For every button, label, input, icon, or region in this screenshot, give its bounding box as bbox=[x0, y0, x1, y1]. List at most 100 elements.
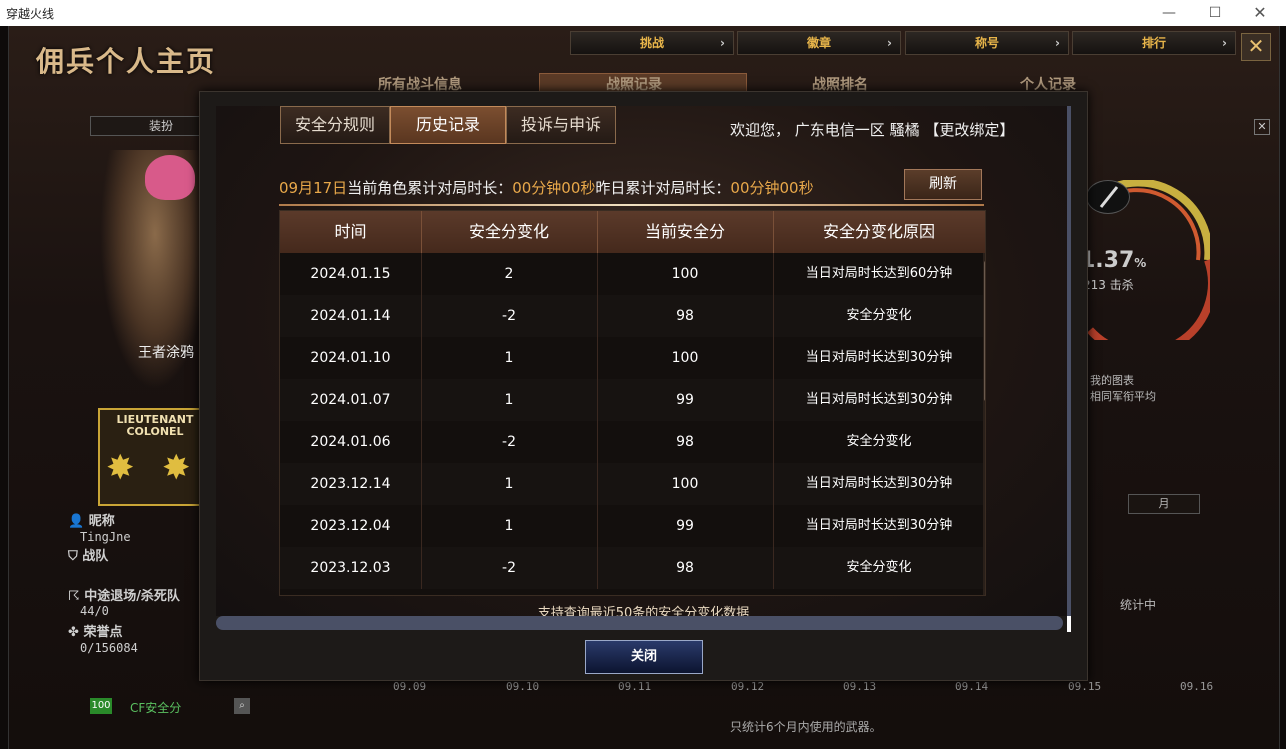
maximize-button[interactable]: ☐ bbox=[1201, 3, 1229, 23]
close-icon[interactable]: ✕ bbox=[1254, 119, 1270, 135]
table-row: 2024.01.14 -2 98 安全分变化 bbox=[280, 295, 985, 337]
cell-current: 98 bbox=[597, 547, 774, 589]
quit-label: ☈ 中途退场/杀死队 bbox=[68, 589, 180, 604]
region: 广东电信一区 bbox=[794, 121, 885, 139]
same-rank-avg-label: 相同军衔平均 bbox=[1090, 390, 1156, 403]
nav-ranking[interactable]: 排行 › bbox=[1072, 31, 1236, 55]
duration-label-current: 当前角色累计对局时长： bbox=[347, 179, 513, 197]
duration-label-yesterday: 昨日累计对局时长： bbox=[595, 179, 731, 197]
cf-safe-score[interactable]: 100 CF安全分 ⌕ bbox=[90, 697, 280, 717]
table-row: 2023.12.03 -2 98 安全分变化 bbox=[280, 547, 985, 589]
chevron-right-icon: › bbox=[1055, 36, 1060, 50]
date-label: 09.11 bbox=[618, 680, 652, 693]
honor-icon: ✤ bbox=[68, 625, 79, 640]
nav-titles[interactable]: 称号 › bbox=[905, 31, 1069, 55]
scroll-thumb[interactable] bbox=[984, 261, 985, 401]
welcome-text: 欢迎您， 广东电信一区 騷橘 【更改绑定】 bbox=[730, 119, 1014, 140]
cell-reason: 安全分变化 bbox=[846, 308, 912, 323]
table-row: 2023.12.04 1 99 当日对局时长达到30分钟 bbox=[280, 505, 985, 547]
kill-ratio-value: 1.37% bbox=[1080, 248, 1147, 273]
star-icon: ✸ bbox=[106, 448, 135, 488]
window-title: 穿越火线 bbox=[6, 7, 55, 21]
team-icon: ⛉ bbox=[68, 549, 78, 564]
chevron-right-icon: › bbox=[720, 36, 725, 50]
play-duration: 09月17日当前角色累计对局时长：00分钟00秒昨日累计对局时长：00分钟00秒 bbox=[279, 177, 814, 198]
table-scrollbar[interactable] bbox=[983, 253, 985, 595]
username: 騷橘 bbox=[889, 121, 920, 139]
rank-text: LIEUTENANT COLONEL bbox=[116, 413, 194, 438]
tab-complaint-appeal[interactable]: 投诉与申诉 bbox=[506, 106, 616, 144]
page-title: 佣兵个人主页 bbox=[36, 45, 217, 78]
cell-time: 2024.01.06 bbox=[280, 421, 422, 463]
cell-current: 98 bbox=[597, 295, 774, 337]
star-icon: ✸ bbox=[162, 448, 191, 488]
safe-score-badge: 100 bbox=[90, 698, 112, 714]
cell-time: 2024.01.14 bbox=[280, 295, 422, 337]
cell-current: 98 bbox=[597, 421, 774, 463]
honor-label: ✤ 荣誉点 bbox=[68, 625, 123, 640]
duration-date: 09月17日 bbox=[279, 179, 348, 197]
nav-label: 排行 bbox=[1141, 36, 1166, 50]
cell-time: 2023.12.03 bbox=[280, 547, 422, 589]
cell-current: 99 bbox=[597, 505, 774, 547]
table-row: 2024.01.10 1 100 当日对局时长达到30分钟 bbox=[280, 337, 985, 379]
horizontal-scrollbar[interactable] bbox=[216, 616, 1063, 630]
chevron-right-icon: › bbox=[1222, 36, 1227, 50]
cell-reason: 当日对局时长达到30分钟 bbox=[805, 392, 953, 407]
date-label: 09.09 bbox=[393, 680, 427, 693]
scrollbar-end bbox=[1067, 616, 1071, 632]
cell-change: 1 bbox=[421, 505, 598, 547]
month-button[interactable]: 月 bbox=[1128, 494, 1200, 514]
duration-value-yesterday: 00分钟00秒 bbox=[730, 179, 814, 197]
table-header: 时间 安全分变化 当前安全分 安全分变化原因 bbox=[280, 211, 985, 253]
table-row: 2024.01.15 2 100 当日对局时长达到60分钟 bbox=[280, 253, 985, 295]
cell-change: 1 bbox=[421, 337, 598, 379]
safe-score-label: CF安全分 bbox=[130, 701, 182, 715]
window-close-button[interactable]: ✕ bbox=[1246, 3, 1274, 23]
minimize-button[interactable]: — bbox=[1155, 3, 1183, 23]
duration-value-current: 00分钟00秒 bbox=[512, 179, 596, 197]
character-name: 王者涂鸦 bbox=[138, 345, 194, 361]
rank-badge: LIEUTENANT COLONEL ✸ ✸ bbox=[98, 408, 212, 506]
cell-reason: 当日对局时长达到30分钟 bbox=[805, 518, 953, 533]
table-row: 2023.12.14 1 100 当日对局时长达到30分钟 bbox=[280, 463, 985, 505]
cell-current: 99 bbox=[597, 379, 774, 421]
close-icon[interactable]: ✕ bbox=[1241, 33, 1271, 61]
cell-time: 2024.01.10 bbox=[280, 337, 422, 379]
quit-value: 44/0 bbox=[80, 604, 109, 618]
nickname-value: TingJne bbox=[80, 530, 131, 544]
nav-label: 称号 bbox=[974, 36, 999, 50]
tab-safe-score-rules[interactable]: 安全分规则 bbox=[280, 106, 390, 144]
change-binding-link[interactable]: 【更改绑定】 bbox=[924, 121, 1014, 139]
search-icon[interactable]: ⌕ bbox=[234, 698, 250, 714]
cell-current: 100 bbox=[597, 337, 774, 379]
cell-time: 2024.01.15 bbox=[280, 253, 422, 295]
my-chart-label: 我的图表 bbox=[1090, 374, 1134, 387]
nickname-label: 👤 昵称 bbox=[68, 514, 115, 529]
nav-badges[interactable]: 徽章 › bbox=[737, 31, 901, 55]
team-label: ⛉ 战队 bbox=[68, 549, 109, 564]
date-label: 09.14 bbox=[955, 680, 989, 693]
history-table: 时间 安全分变化 当前安全分 安全分变化原因 2024.01.15 2 100 … bbox=[279, 210, 986, 596]
refresh-button[interactable]: 刷新 bbox=[904, 169, 982, 200]
tab-history[interactable]: 历史记录 bbox=[390, 106, 506, 144]
vertical-scrollbar[interactable] bbox=[1067, 106, 1071, 616]
divider bbox=[279, 204, 984, 206]
cell-reason: 当日对局时长达到30分钟 bbox=[805, 476, 953, 491]
nav-label: 挑战 bbox=[639, 36, 664, 50]
nav-challenge[interactable]: 挑战 › bbox=[570, 31, 734, 55]
cell-current: 100 bbox=[597, 463, 774, 505]
safe-score-dialog: 安全分规则 历史记录 投诉与申诉 欢迎您， 广东电信一区 騷橘 【更改绑定】 0… bbox=[199, 91, 1088, 681]
nav-label: 徽章 bbox=[806, 36, 831, 50]
character-hair bbox=[145, 155, 195, 200]
window-titlebar: 穿越火线 — ☐ ✕ bbox=[0, 0, 1286, 26]
kill-count: 213 击杀 bbox=[1083, 278, 1134, 292]
close-button[interactable]: 关闭 bbox=[585, 640, 703, 674]
cell-change: -2 bbox=[421, 421, 598, 463]
cell-time: 2023.12.04 bbox=[280, 505, 422, 547]
stat-status: 统计中 bbox=[1120, 598, 1157, 612]
cell-change: 1 bbox=[421, 463, 598, 505]
date-label: 09.10 bbox=[506, 680, 540, 693]
date-label: 09.16 bbox=[1180, 680, 1214, 693]
column-header-reason: 安全分变化原因 bbox=[822, 222, 935, 241]
